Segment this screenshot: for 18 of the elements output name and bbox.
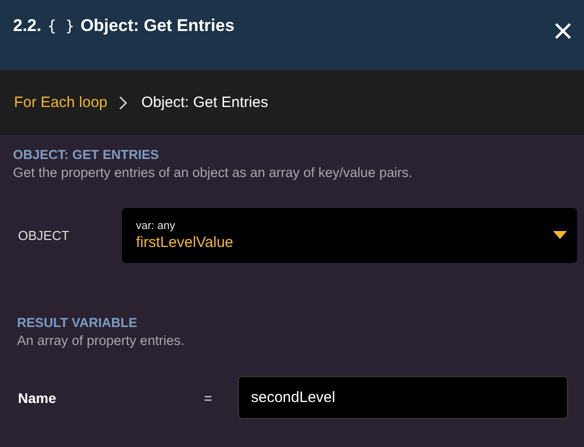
name-input-field[interactable]: secondLevel <box>238 376 568 419</box>
dropdown-caret-icon <box>553 231 567 240</box>
section-description: An array of property entries. <box>17 333 186 348</box>
step-number: 2.2. <box>13 16 42 36</box>
braces-label: { } <box>47 17 74 35</box>
panel-title: Object: Get Entries <box>80 16 234 36</box>
close-button[interactable] <box>554 22 572 40</box>
section-description: Get the property entries of an object as an array of key/value pairs. <box>13 165 414 180</box>
variable-dropdown[interactable]: var: any firstLevelValue <box>122 208 577 263</box>
section-heading: RESULT VARIABLE <box>17 315 138 330</box>
breadcrumb-link[interactable]: For Each loop <box>14 94 108 111</box>
field-label: OBJECT <box>18 228 70 243</box>
breadcrumb-link[interactable]: Object: Get Entries <box>141 94 268 111</box>
equals-sign: = <box>204 390 214 406</box>
close-icon <box>554 22 572 40</box>
field-label: Name <box>18 390 58 406</box>
chevron-icon <box>119 96 128 110</box>
section-heading: OBJECT: GET ENTRIES <box>13 147 160 162</box>
